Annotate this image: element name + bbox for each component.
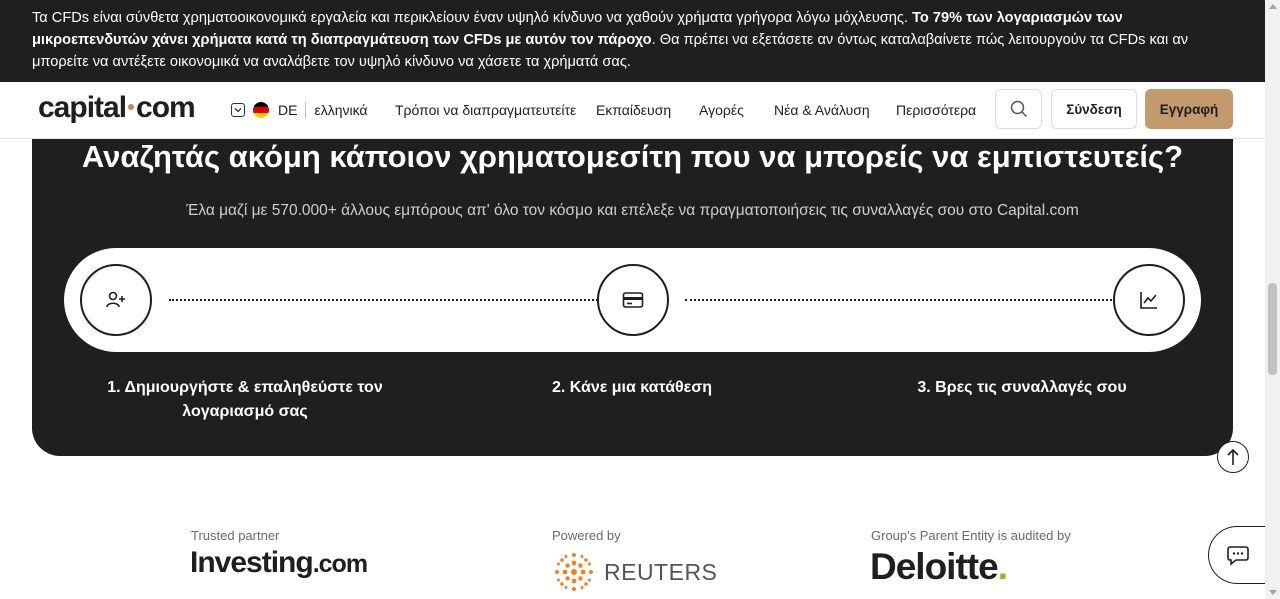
scroll-down-arrow-icon[interactable] — [1269, 590, 1277, 595]
capital-com-logo[interactable]: capital com — [38, 91, 196, 125]
search-icon — [1010, 100, 1027, 118]
chart-line-icon — [1140, 292, 1157, 309]
scrollbar-thumb[interactable] — [1268, 283, 1277, 375]
steps-bar — [64, 248, 1201, 352]
logo-text-left: capital — [38, 91, 127, 124]
logo-dot — [128, 103, 135, 110]
signup-button[interactable]: Εγγραφή — [1145, 89, 1233, 129]
risk-warning-banner: Τα CFDs είναι σύνθετα χρηματοοικονομικά … — [0, 0, 1265, 82]
user-plus-icon — [106, 291, 125, 308]
step-1-circle — [80, 264, 152, 336]
deloitte-logo: Deloitte. — [870, 546, 1008, 588]
scroll-to-top-button[interactable] — [1217, 441, 1249, 473]
scroll-up-arrow-icon[interactable] — [1269, 4, 1277, 9]
login-button[interactable]: Σύνδεση — [1051, 89, 1137, 129]
section-title: Αναζητάς ακόμη κάποιον χρηματομεσίτη που… — [81, 139, 1184, 174]
nav-ways-to-trade[interactable]: Τρόποι να διαπραγματευτείτε — [395, 102, 576, 118]
investing-caption: Trusted partner — [191, 528, 280, 543]
divider — [305, 102, 307, 118]
reuters-dots-icon — [555, 553, 593, 591]
credit-card-icon — [622, 292, 644, 308]
step-3-label: 3. Βρες τις συναλλαγές σου — [917, 379, 1127, 396]
deloitte-logo-dot: . — [997, 546, 1008, 587]
country-code: DE — [278, 102, 298, 118]
investing-logo: Investing.com — [190, 546, 368, 580]
chat-icon — [1226, 546, 1249, 565]
chat-button[interactable] — [1208, 526, 1266, 584]
chevron-down-icon — [231, 103, 245, 117]
investing-logo-suffix: .com — [312, 550, 368, 578]
step-2-label: 2. Κάνε μια κατάθεση — [552, 379, 712, 396]
reuters-caption: Powered by — [552, 528, 621, 543]
site-header: capital com DE ελληνικά Τρόποι να διαπραγ… — [0, 82, 1265, 139]
search-button[interactable] — [995, 89, 1042, 129]
section-subtitle: Έλα μαζί με 570.000+ άλλους εμπόρους απ'… — [186, 202, 1079, 219]
step-connector — [169, 299, 613, 301]
step-2-circle — [597, 264, 669, 336]
get-started-section: Αναζητάς ακόμη κάποιον χρηματομεσίτη που… — [32, 139, 1233, 456]
nav-education[interactable]: Εκπαίδευση — [596, 102, 671, 118]
nav-markets[interactable]: Αγορές — [699, 102, 744, 118]
step-3-circle — [1113, 264, 1185, 336]
risk-text: Τα CFDs είναι σύνθετα χρηματοοικονομικά … — [32, 10, 913, 26]
step-1-label: 1. Δημιουργήστε & επαληθεύστε τον λογαρι… — [100, 376, 390, 424]
page-scrollbar[interactable] — [1265, 0, 1280, 599]
logo-text-right: com — [136, 91, 196, 124]
nav-news-analysis[interactable]: Νέα & Ανάλυση — [774, 102, 870, 118]
nav-more[interactable]: Περισσότερα — [896, 102, 976, 118]
step-1-label-line1: 1. Δημιουργήστε & επαληθεύστε τον — [107, 379, 383, 396]
arrow-up-icon — [1227, 448, 1239, 465]
reuters-logo-text: REUTERS — [604, 558, 718, 585]
germany-flag-icon — [253, 102, 269, 118]
language-selector[interactable]: DE ελληνικά — [231, 101, 368, 119]
deloitte-caption: Group's Parent Entity is audited by — [871, 528, 1071, 543]
investing-logo-text: Investing — [190, 546, 314, 579]
step-1-label-line2: λογαριασμό σας — [182, 403, 308, 420]
reuters-logo: REUTERS — [552, 550, 717, 594]
step-connector — [685, 299, 1128, 301]
deloitte-logo-text: Deloitte — [870, 546, 999, 587]
language-label: ελληνικά — [314, 102, 368, 118]
